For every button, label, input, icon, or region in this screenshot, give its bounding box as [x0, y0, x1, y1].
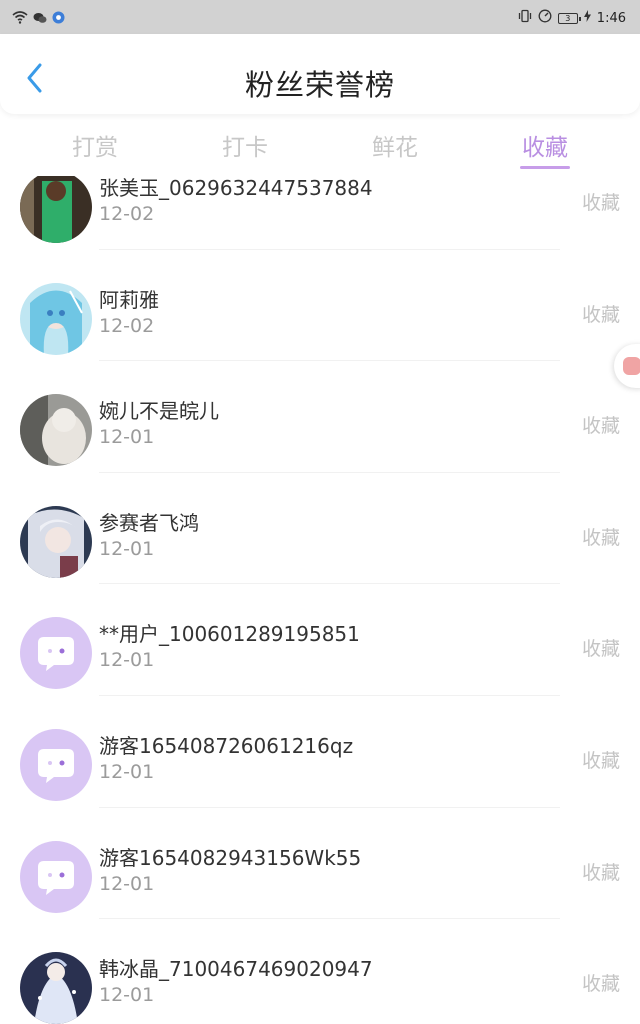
list-item[interactable]: 张美玉_0629632447537884 12-02 收藏 [0, 176, 640, 250]
tab-flowers[interactable]: 鲜花 [335, 128, 455, 162]
favorite-action[interactable]: 收藏 [582, 858, 620, 885]
item-date: 12-01 [99, 872, 155, 895]
favorite-action[interactable]: 收藏 [582, 411, 620, 438]
default-chat-avatar [20, 729, 92, 801]
avatar [20, 394, 92, 467]
user-name: 张美玉_0629632447537884 [99, 176, 373, 200]
user-name: 游客1654082943156Wk55 [99, 845, 362, 870]
default-chat-avatar [20, 840, 92, 913]
item-date: 12-02 [99, 203, 155, 225]
favorite-action[interactable]: 收藏 [582, 523, 620, 550]
list-item[interactable]: **用户_100601289195851 12-01 收藏 [0, 584, 640, 696]
fan-list: 张美玉_0629632447537884 12-02 收藏 阿莉雅 12-02 … [0, 176, 640, 1024]
favorite-action[interactable]: 收藏 [582, 300, 620, 327]
tab-checkin[interactable]: 打卡 [185, 128, 305, 162]
default-chat-avatar [20, 617, 92, 690]
active-tab-indicator [520, 166, 570, 169]
charging-icon [583, 10, 591, 26]
avatar [20, 282, 92, 355]
list-item[interactable]: 婉儿不是皖儿 12-01 收藏 [0, 361, 640, 473]
page-title: 粉丝荣誉榜 [244, 68, 395, 102]
user-name: 韩冰晶_7100467469020947 [99, 957, 373, 982]
status-right-icons: 3 1:46 [518, 9, 626, 27]
item-date: 12-01 [99, 426, 155, 449]
user-name: 游客165408726061216qz [99, 734, 354, 758]
tab-reward[interactable]: 打赏 [35, 128, 155, 162]
list-item[interactable]: 阿莉雅 12-02 收藏 [0, 250, 640, 362]
tab-favorites[interactable]: 收藏 [485, 128, 605, 162]
avatar [20, 505, 92, 578]
user-name: **用户_100601289195851 [99, 622, 360, 647]
list-item[interactable]: 游客165408726061216qz 12-01 收藏 [0, 696, 640, 808]
item-date: 12-02 [99, 314, 155, 337]
status-bar: 3 1:46 [0, 0, 640, 34]
favorite-action[interactable]: 收藏 [582, 634, 620, 661]
header-bar: 粉丝荣誉榜 [0, 34, 640, 114]
status-time: 1:46 [596, 10, 626, 26]
list-item[interactable]: 参赛者飞鸿 12-01 收藏 [0, 473, 640, 585]
avatar [20, 952, 92, 1024]
favorite-action[interactable]: 收藏 [582, 188, 620, 215]
float-app-icon [623, 357, 640, 375]
user-name: 参赛者飞鸿 [99, 510, 199, 535]
browser-icon [52, 9, 65, 28]
item-date: 12-01 [99, 984, 155, 1007]
item-date: 12-01 [99, 537, 155, 560]
status-left-icons [12, 10, 65, 26]
favorite-action[interactable]: 收藏 [582, 969, 620, 996]
user-name: 阿莉雅 [99, 287, 159, 312]
vibrate-icon [518, 9, 532, 27]
list-item[interactable]: 韩冰晶_7100467469020947 12-01 收藏 [0, 919, 640, 1024]
avatar [20, 176, 92, 243]
item-date: 12-01 [99, 649, 155, 672]
item-date: 12-01 [99, 761, 155, 783]
wechat-icon [33, 9, 47, 28]
user-name: 婉儿不是皖儿 [99, 399, 219, 424]
favorite-action[interactable]: 收藏 [582, 746, 620, 773]
data-saver-icon [538, 9, 552, 27]
list-item[interactable]: 游客1654082943156Wk55 12-01 收藏 [0, 808, 640, 920]
battery-icon: 3 [557, 12, 581, 24]
wifi-icon [12, 9, 28, 28]
